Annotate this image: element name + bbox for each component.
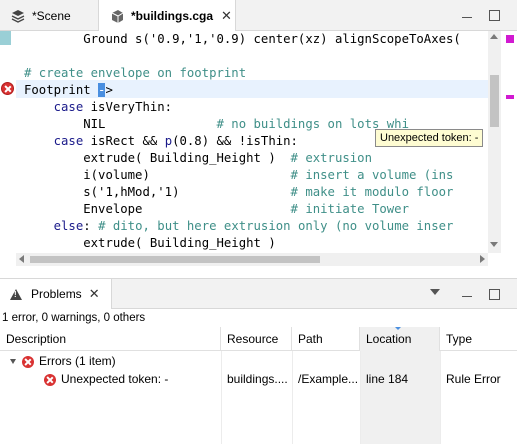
- code-token: Envelope: [83, 202, 291, 216]
- type-cell: Rule Error: [446, 372, 501, 386]
- code-line[interactable]: NIL # no buildings on lots whi: [24, 116, 409, 133]
- scroll-right-arrow-icon[interactable]: [480, 255, 485, 263]
- code-comment: # initiate Tower: [290, 202, 409, 216]
- code-editor[interactable]: Ground s('0.9,'1,'0.9) center(xz) alignS…: [0, 31, 517, 266]
- horizontal-scrollbar[interactable]: [16, 253, 488, 266]
- tab-problems[interactable]: Problems ✕: [0, 279, 112, 309]
- column-resource[interactable]: Resource: [221, 327, 292, 351]
- code-token: >: [105, 83, 113, 97]
- problems-view: Problems ✕ 1 error, 0 warnings, 0 others…: [0, 278, 517, 444]
- code-line[interactable]: Ground s('0.9,'1,'0.9) center(xz) alignS…: [24, 31, 461, 48]
- error-tooltip: Unexpected token: -: [375, 129, 484, 147]
- close-icon[interactable]: ✕: [221, 8, 232, 24]
- path-cell: /Example...: [298, 372, 359, 386]
- minimize-button[interactable]: [460, 8, 474, 22]
- group-label: Errors (1 item): [39, 354, 116, 368]
- overview-ruler[interactable]: [503, 31, 517, 253]
- code-token: :: [83, 219, 99, 233]
- scroll-down-arrow-icon[interactable]: [490, 242, 498, 247]
- code-token: isVeryThin:: [83, 100, 173, 114]
- code-line[interactable]: else: # dito, but here extrusion only (n…: [24, 218, 454, 235]
- code-comment: # make it modulo floor: [290, 185, 454, 199]
- code-keyword: p: [164, 134, 173, 148]
- code-keyword: case: [53, 100, 84, 114]
- code-comment: # insert a volume (ins: [290, 168, 454, 182]
- code-token: NIL: [83, 117, 217, 131]
- code-token: s('1,hMod,'1): [83, 185, 291, 199]
- view-menu-chevron-down-icon[interactable]: [430, 289, 440, 295]
- tab-scene[interactable]: *Scene: [0, 0, 98, 31]
- code-token: isRect &&: [83, 134, 165, 148]
- code-token: Footprint: [24, 83, 99, 97]
- resource-cell: buildings....: [227, 372, 288, 386]
- scroll-left-arrow-icon[interactable]: [19, 255, 24, 263]
- maximize-button[interactable]: [487, 287, 501, 301]
- minimize-button[interactable]: [460, 287, 474, 301]
- warning-icon: [10, 288, 22, 300]
- table-row-group[interactable]: Errors (1 item): [0, 352, 517, 370]
- problems-tab-bar: Problems ✕: [0, 279, 517, 309]
- column-description[interactable]: Description: [0, 327, 221, 351]
- code-token: extrude( Building_Height ): [83, 151, 291, 165]
- sort-indicator-icon: [395, 327, 401, 330]
- tab-problems-label: Problems: [31, 287, 82, 301]
- view-sash[interactable]: [0, 266, 517, 278]
- code-line[interactable]: extrude( Building_Height ) # extrusion: [24, 150, 372, 167]
- code-line[interactable]: s('1,hMod,'1) # make it modulo floor: [24, 184, 453, 201]
- error-icon: [44, 373, 56, 386]
- horizontal-scroll-thumb[interactable]: [30, 256, 320, 263]
- ruler-error-mark[interactable]: [506, 95, 514, 99]
- vertical-scroll-thumb[interactable]: [490, 75, 499, 127]
- problems-summary: 1 error, 0 warnings, 0 others: [2, 312, 146, 324]
- description-cell: Unexpected token: -: [38, 370, 221, 388]
- location-cell: line 184: [366, 372, 409, 386]
- code-token: Ground s('0.9,'1,'0.9) center(xz) alignS…: [83, 32, 461, 46]
- vertical-scrollbar[interactable]: [488, 31, 501, 253]
- close-icon[interactable]: ✕: [89, 286, 100, 302]
- code-token: extrude( Building_Height ): [83, 236, 276, 250]
- expand-arrow-icon[interactable]: [10, 359, 16, 365]
- code-line[interactable]: case isVeryThin:: [24, 99, 172, 116]
- tab-scene-label: *Scene: [32, 8, 71, 23]
- column-path[interactable]: Path: [292, 327, 360, 351]
- scroll-up-arrow-icon[interactable]: [490, 34, 498, 39]
- error-summary-icon[interactable]: [506, 35, 514, 43]
- editor-tab-bar: *Scene *buildings.cga ✕: [0, 0, 517, 32]
- code-line[interactable]: Footprint ->: [24, 82, 113, 99]
- editor-gutter: [0, 31, 16, 266]
- code-token: i(volume): [83, 168, 291, 182]
- error-icon: [22, 355, 34, 368]
- code-line[interactable]: case isRect && p(0.8) && !isThin:: [24, 133, 298, 150]
- code-line[interactable]: Envelope # initiate Tower: [24, 201, 409, 218]
- code-keyword: else: [53, 219, 84, 233]
- maximize-button[interactable]: [487, 8, 501, 22]
- description-text: Unexpected token: -: [61, 372, 169, 386]
- error-marker-icon[interactable]: [1, 82, 14, 95]
- layers-icon: [10, 8, 26, 24]
- column-type[interactable]: Type: [440, 327, 517, 351]
- problems-table[interactable]: Description Resource Path Location Type …: [0, 327, 517, 444]
- table-header: Description Resource Path Location Type: [0, 327, 517, 351]
- tab-buildings-label: *buildings.cga: [131, 9, 214, 23]
- code-comment: # extrusion: [290, 151, 372, 165]
- column-location[interactable]: Location: [360, 327, 440, 351]
- code-line[interactable]: # create envelope on footprint: [24, 65, 246, 82]
- cga-file-icon: [109, 8, 125, 24]
- code-line[interactable]: extrude( Building_Height ): [24, 235, 276, 252]
- change-marker-icon: [0, 31, 11, 45]
- code-keyword: case: [53, 134, 84, 148]
- code-token: (0.8) && !isThin:: [172, 134, 298, 148]
- code-comment: # dito, but here extrusion only (no volu…: [98, 219, 454, 233]
- code-line[interactable]: i(volume) # insert a volume (ins: [24, 167, 453, 184]
- group-cell: Errors (1 item): [4, 352, 219, 370]
- table-row[interactable]: Unexpected token: - buildings.... /Examp…: [0, 370, 517, 388]
- tab-buildings-cga[interactable]: *buildings.cga ✕: [98, 0, 236, 32]
- code-comment: # create envelope on footprint: [24, 66, 247, 80]
